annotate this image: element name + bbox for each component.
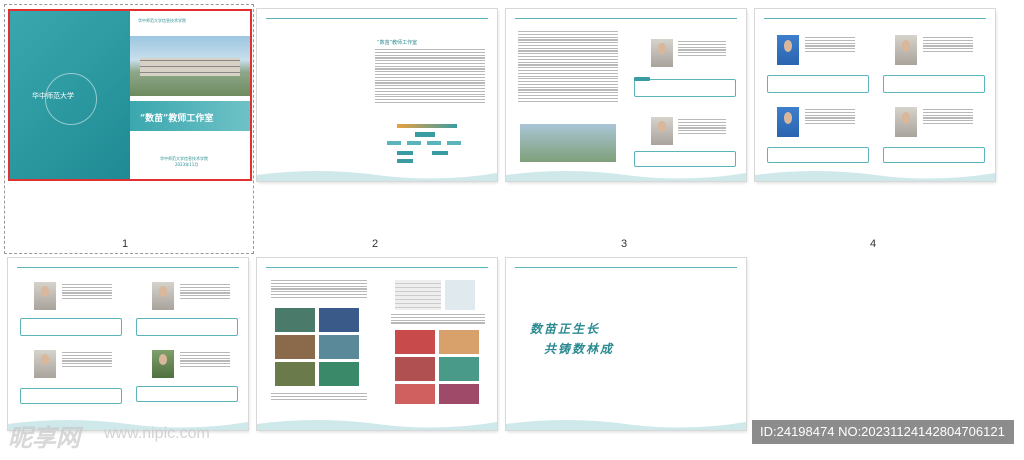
member-photo — [34, 350, 56, 378]
image-id-banner: ID:24198474 NO:20231124142804706121 — [752, 420, 1014, 444]
member-info — [62, 284, 112, 301]
page-number-2: 2 — [372, 238, 379, 250]
page-header — [14, 264, 242, 270]
page-3[interactable] — [506, 9, 746, 181]
closing-slogan-line1: 数苗正生长 — [530, 322, 601, 336]
member-info — [180, 284, 230, 301]
page-2[interactable]: “数苗”教师工作室 — [257, 9, 497, 181]
certificate-list-image — [395, 280, 441, 310]
member-photo — [895, 107, 917, 137]
member-photo — [777, 35, 799, 65]
member-info — [923, 37, 973, 54]
member-intro-box — [136, 386, 238, 402]
closing-page[interactable]: 数苗正生长 共铸数林成 — [506, 258, 746, 430]
member-photo — [651, 117, 673, 145]
member-info — [805, 37, 855, 54]
page-4[interactable] — [755, 9, 995, 181]
member-intro-box — [767, 75, 869, 93]
watermark-url: www.nipic.com — [104, 425, 210, 442]
cover-title: “数苗”教师工作室 — [140, 114, 214, 124]
page-footer-wave — [506, 171, 746, 181]
member-photo — [152, 282, 174, 310]
member-intro-box — [634, 79, 736, 97]
certificate-image — [445, 280, 475, 310]
member-intro-box — [20, 318, 122, 336]
activity-caption — [271, 393, 367, 401]
watermark-logo: 昵享网 — [8, 424, 80, 452]
member-intro-box — [136, 318, 238, 336]
page-6[interactable] — [257, 258, 497, 430]
campus-building-photo — [520, 124, 616, 162]
member-photo — [651, 39, 673, 67]
activity-text — [391, 314, 485, 325]
section-tab — [634, 77, 650, 81]
cover-left-panel: 华中师范大学 — [10, 11, 130, 179]
page-header — [512, 264, 740, 270]
member-intro-box — [20, 388, 122, 404]
cover-footer-line2: 2023年11月 — [175, 162, 199, 167]
intro-text-block — [375, 49, 485, 105]
page-footer-wave — [506, 420, 746, 430]
page-footer-wave — [257, 420, 497, 430]
member-info — [805, 109, 855, 126]
member-intro-box — [883, 75, 985, 93]
campus-photo — [130, 36, 250, 96]
page2-title: “数苗”教师工作室 — [377, 40, 418, 46]
member-info — [678, 41, 726, 58]
page-5[interactable] — [8, 258, 248, 430]
member-photo — [895, 35, 917, 65]
cover-right-panel: 华中师范大学信息技术学院 “数苗”教师工作室 华中师范大学信息技术学院 2023… — [130, 11, 250, 179]
member-photo — [34, 282, 56, 310]
member-info — [923, 109, 973, 126]
member-intro-box — [883, 147, 985, 163]
member-photo — [777, 107, 799, 137]
activity-text — [271, 280, 367, 299]
cover-page[interactable]: 华中师范大学 华中师范大学信息技术学院 “数苗”教师工作室 华中师范大学信息技术… — [8, 9, 252, 181]
page-header — [263, 15, 491, 21]
member-photo — [152, 350, 174, 378]
member-intro-box — [767, 147, 869, 163]
page-number-1: 1 — [122, 238, 129, 250]
member-info — [180, 352, 230, 369]
closing-slogan-line2: 共铸数林成 — [544, 342, 615, 356]
left-text-block — [518, 31, 618, 103]
page-number-4: 4 — [870, 238, 877, 250]
member-info — [62, 352, 112, 369]
page-number-3: 3 — [621, 238, 628, 250]
page-footer-wave — [755, 171, 995, 181]
page-header — [263, 264, 491, 270]
page-header — [761, 15, 989, 21]
cover-header-text: 华中师范大学信息技术学院 — [138, 18, 186, 23]
page-header — [512, 15, 740, 21]
page-footer-wave — [257, 171, 497, 181]
org-chart-title — [397, 124, 457, 128]
cover-school-logo-text: 华中师范大学 — [32, 92, 74, 100]
member-info — [678, 119, 726, 136]
